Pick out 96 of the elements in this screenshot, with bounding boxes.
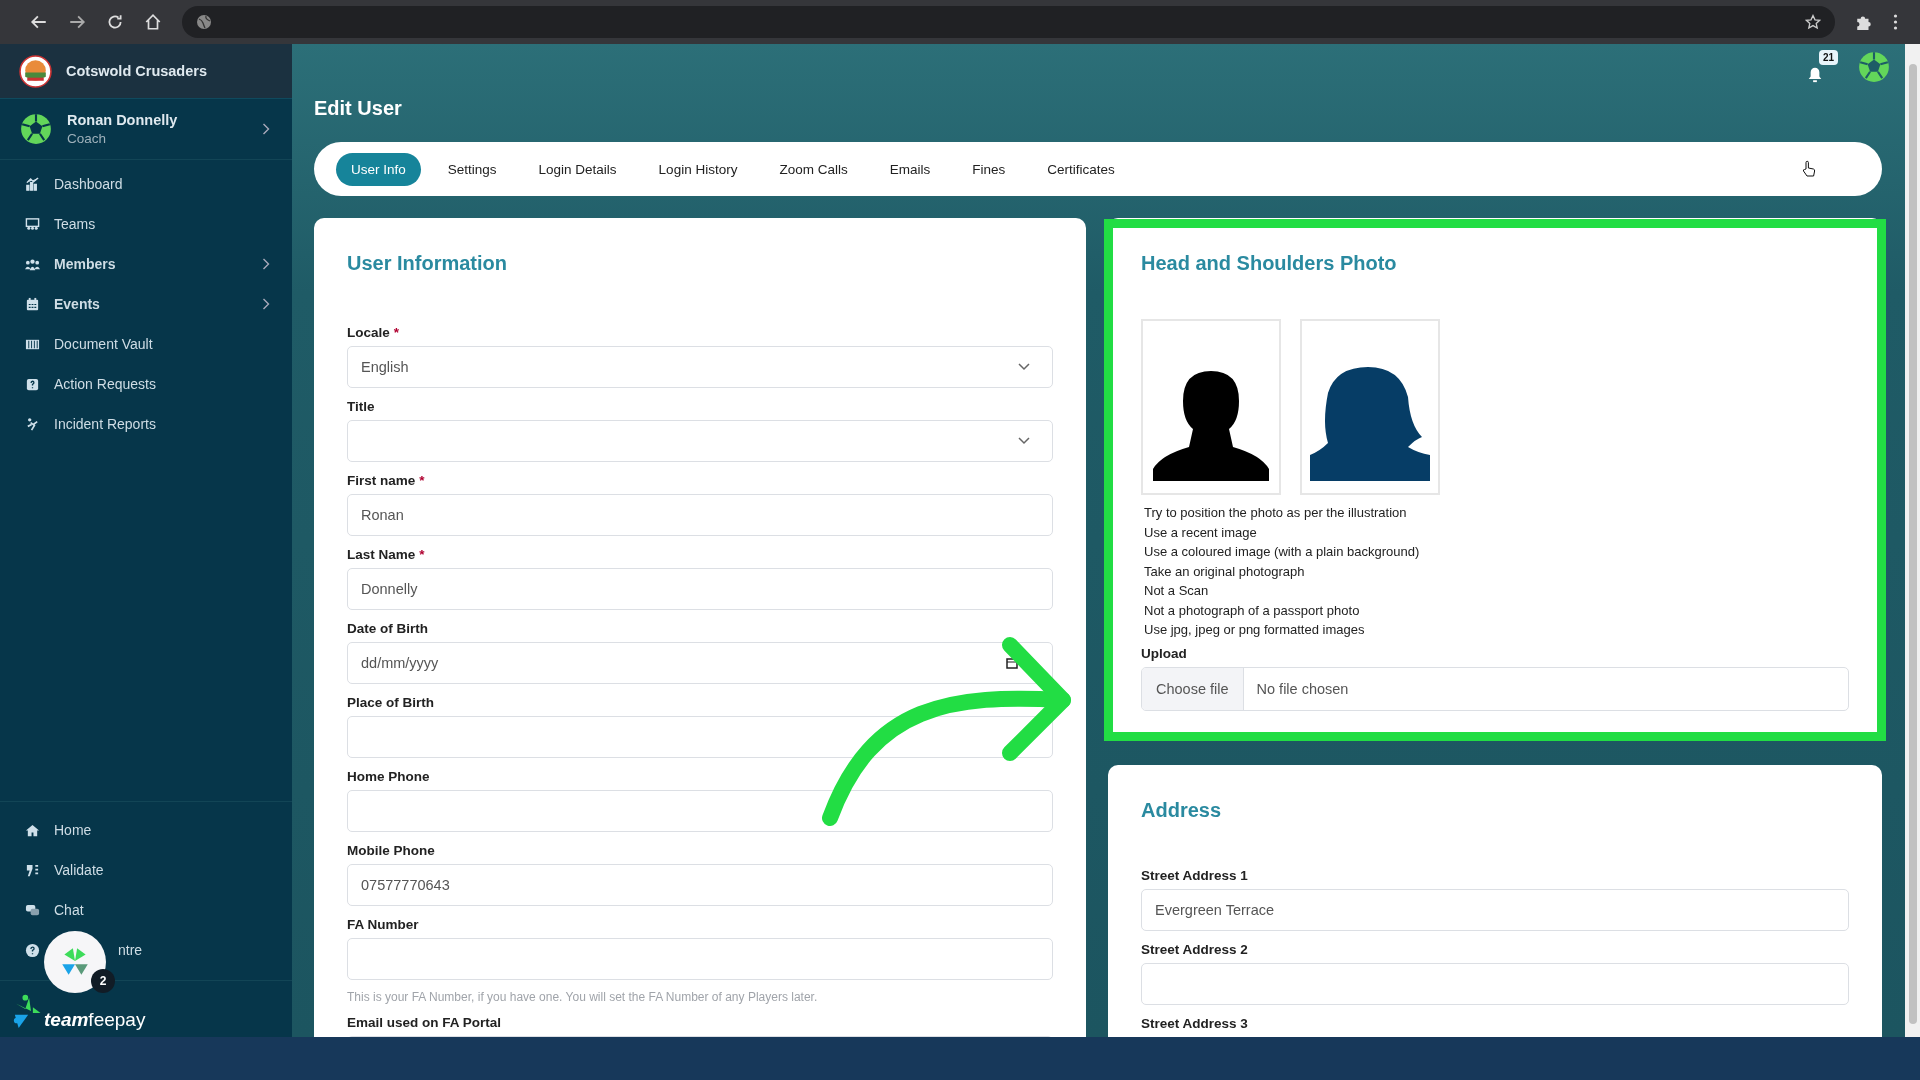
field-label: Date of Birth [347, 621, 429, 636]
nav-item[interactable]: Teams [0, 204, 292, 244]
tab[interactable]: Settings [432, 152, 512, 186]
nav-item[interactable]: Chat [0, 890, 292, 930]
field-label: Upload [1141, 645, 1188, 661]
field-label: FA Number [347, 917, 420, 932]
page-title: Edit User [314, 96, 402, 121]
required-mark: * [419, 473, 425, 488]
user-role: Coach [67, 131, 108, 146]
hand-cursor-icon [1802, 160, 1816, 178]
tab[interactable]: Emails [874, 152, 946, 186]
chevron-right-icon [262, 298, 270, 310]
nav-item[interactable]: Events [0, 284, 292, 324]
input-field[interactable] [1141, 962, 1849, 1005]
nav-item[interactable]: Dashboard [0, 164, 292, 204]
home-icon [25, 822, 40, 838]
chevron-right-icon [262, 258, 270, 270]
chevron-down-icon [1018, 437, 1030, 445]
photo-tip: Use a recent image [1144, 523, 1258, 542]
photo-tip: Not a Scan [1144, 582, 1210, 600]
question-icon [25, 376, 40, 392]
more-vertical-icon[interactable] [1893, 14, 1898, 30]
field-label: Locale * [347, 325, 401, 340]
club-name: Cotswold Crusaders [66, 63, 207, 79]
brand-wordmark: teamfeepay [44, 1009, 146, 1031]
field-label: Street Address 2 [1141, 941, 1249, 957]
chat-icon [25, 902, 40, 918]
nav-item[interactable]: Document Vault [0, 324, 292, 364]
nav-item[interactable]: Members [0, 244, 292, 284]
chevron-right-icon [262, 123, 270, 135]
chart-icon [25, 176, 40, 192]
scrollbar[interactable] [1905, 44, 1920, 1037]
back-arrow-icon[interactable] [30, 13, 48, 31]
photo-tip: Take an original photograph [1144, 562, 1306, 581]
choose-file-button[interactable]: Choose file [1142, 667, 1244, 710]
required-mark: * [419, 547, 425, 562]
star-icon[interactable] [1805, 14, 1821, 30]
file-status: No file chosen [1255, 680, 1349, 697]
input-field[interactable]: Donnelly [347, 568, 1053, 610]
input-field[interactable]: Evergreen Terrace [1141, 888, 1849, 931]
section-title: User Information [347, 252, 509, 275]
calendar-icon [1006, 657, 1018, 669]
validate-icon [25, 862, 40, 878]
help-text: This is your FA Number, if you have one. You will set the FA Number of any Players later. [347, 990, 819, 1004]
tab[interactable]: Login Details [523, 152, 632, 186]
home-icon[interactable] [144, 13, 162, 31]
photo-tip: Try to position the photo as per the illustration [1144, 504, 1408, 522]
globe-icon [196, 14, 212, 30]
file-upload-field[interactable]: Choose file No file chosen [1141, 666, 1849, 711]
notification-count-badge: 21 [1819, 50, 1839, 65]
user-name: Ronan Donnelly [67, 112, 179, 128]
field-label: Home Phone [347, 769, 431, 784]
reload-icon[interactable] [106, 13, 124, 31]
select-field[interactable]: English [347, 346, 1053, 388]
user-profile-item[interactable]: Ronan Donnelly Coach [0, 99, 292, 160]
input-field[interactable]: Ronan [347, 494, 1053, 536]
field-label: Street Address 1 [1141, 867, 1249, 883]
field-label: Email used on FA Portal [347, 1015, 503, 1030]
ball-icon [19, 112, 53, 146]
notifications-button[interactable]: 21 [1805, 50, 1843, 84]
section-title: Head and Shoulders Photo [1141, 252, 1398, 275]
nav-item[interactable]: Home [0, 810, 292, 850]
nav-item[interactable]: Validate [0, 850, 292, 890]
tab[interactable]: User Info [336, 152, 421, 186]
photo-tip: Not a photograph of a passport photo [1144, 601, 1361, 620]
ball-icon[interactable] [1857, 50, 1891, 84]
person-falling-icon [25, 416, 40, 432]
field-label: Title [347, 399, 376, 414]
input-field[interactable] [347, 938, 1053, 980]
team-board-icon [25, 216, 40, 232]
section-title: Address [1141, 798, 1223, 822]
field-label: Street Address 3 [1141, 1015, 1249, 1031]
field-label: Place of Birth [347, 695, 436, 710]
nav-item[interactable]: ntre [0, 930, 292, 970]
tab[interactable]: Fines [957, 152, 1021, 186]
date-field[interactable]: dd/mm/yyyy [347, 642, 1053, 684]
field-label: Last Name * [347, 547, 426, 562]
nav-item[interactable]: Incident Reports [0, 404, 292, 444]
tab[interactable]: Zoom Calls [764, 152, 863, 186]
tab[interactable]: Login History [643, 152, 753, 186]
select-field[interactable] [347, 420, 1053, 462]
required-mark: * [393, 325, 400, 340]
calendar-icon [25, 296, 40, 312]
input-field[interactable]: 07577770643 [347, 864, 1053, 906]
photo-tip: Use a coloured image (with a plain background) [1144, 543, 1421, 561]
photo-tip: Use jpg, jpeg or png formatted images [1144, 621, 1366, 639]
unread-count-badge: 2 [91, 969, 115, 993]
forward-arrow-icon[interactable] [68, 13, 86, 31]
tab[interactable]: Certificates [1032, 152, 1130, 186]
field-label: Mobile Phone [347, 843, 436, 858]
input-field[interactable] [347, 716, 1053, 758]
nav-item[interactable]: Action Requests [0, 364, 292, 404]
help-icon [25, 942, 40, 958]
field-label: First name * [347, 473, 426, 488]
input-field[interactable] [347, 790, 1053, 832]
chevron-down-icon [1018, 363, 1030, 371]
